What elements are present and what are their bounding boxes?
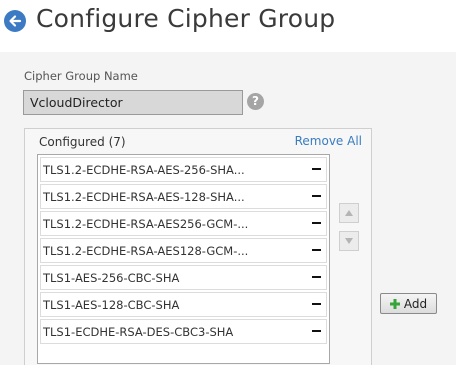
back-button[interactable] xyxy=(4,10,26,32)
minus-icon xyxy=(311,222,321,224)
add-button-label: Add xyxy=(403,296,428,311)
page-title: Configure Cipher Group xyxy=(36,4,336,33)
plus-icon xyxy=(389,298,400,309)
cipher-name: TLS1-AES-256-CBC-SHA xyxy=(43,271,180,285)
add-button[interactable]: Add xyxy=(380,293,437,314)
cipher-name: TLS1-ECDHE-RSA-DES-CBC3-SHA xyxy=(43,325,234,339)
configured-cipher-list[interactable]: TLS1.2-ECDHE-RSA-AES-256-SHA... TLS1.2-E… xyxy=(37,154,330,364)
remove-item-button[interactable] xyxy=(309,268,323,286)
configured-panel: Configured (7) Remove All TLS1.2-ECDHE-R… xyxy=(24,128,372,365)
remove-item-button[interactable] xyxy=(309,295,323,313)
move-down-button[interactable] xyxy=(339,231,359,251)
minus-icon xyxy=(311,330,321,332)
back-arrow-icon xyxy=(9,15,22,27)
move-up-button[interactable] xyxy=(339,203,359,223)
cipher-group-name-label: Cipher Group Name xyxy=(24,69,138,83)
list-item[interactable]: TLS1.2-ECDHE-RSA-AES-256-SHA... xyxy=(40,157,327,182)
remove-item-button[interactable] xyxy=(309,160,323,178)
list-item[interactable]: TLS1-AES-128-CBC-SHA xyxy=(40,292,327,317)
cipher-name: TLS1.2-ECDHE-RSA-AES256-GCM-... xyxy=(43,217,249,231)
cipher-name: TLS1.2-ECDHE-RSA-AES-256-SHA... xyxy=(43,163,245,177)
triangle-up-icon xyxy=(345,210,353,216)
cipher-name: TLS1.2-ECDHE-RSA-AES128-GCM-... xyxy=(43,244,249,258)
configured-header: Configured (7) xyxy=(39,135,126,149)
remove-item-button[interactable] xyxy=(309,241,323,259)
minus-icon xyxy=(311,195,321,197)
list-item[interactable]: TLS1-AES-256-CBC-SHA xyxy=(40,265,327,290)
minus-icon xyxy=(311,276,321,278)
triangle-down-icon xyxy=(345,238,353,244)
remove-item-button[interactable] xyxy=(309,322,323,340)
minus-icon xyxy=(311,168,321,170)
list-item[interactable]: TLS1.2-ECDHE-RSA-AES-128-SHA... xyxy=(40,184,327,209)
list-item[interactable]: TLS1-ECDHE-RSA-DES-CBC3-SHA xyxy=(40,319,327,344)
list-item[interactable]: TLS1.2-ECDHE-RSA-AES256-GCM-... xyxy=(40,211,327,236)
remove-item-button[interactable] xyxy=(309,214,323,232)
minus-icon xyxy=(311,249,321,251)
remove-all-link[interactable]: Remove All xyxy=(295,134,362,148)
remove-item-button[interactable] xyxy=(309,187,323,205)
cipher-name: TLS1.2-ECDHE-RSA-AES-128-SHA... xyxy=(43,190,245,204)
minus-icon xyxy=(311,303,321,305)
cipher-group-name-input[interactable] xyxy=(23,90,243,115)
list-item[interactable]: TLS1.2-ECDHE-RSA-AES128-GCM-... xyxy=(40,238,327,263)
help-icon[interactable]: ? xyxy=(247,93,264,110)
cipher-name: TLS1-AES-128-CBC-SHA xyxy=(43,298,180,312)
